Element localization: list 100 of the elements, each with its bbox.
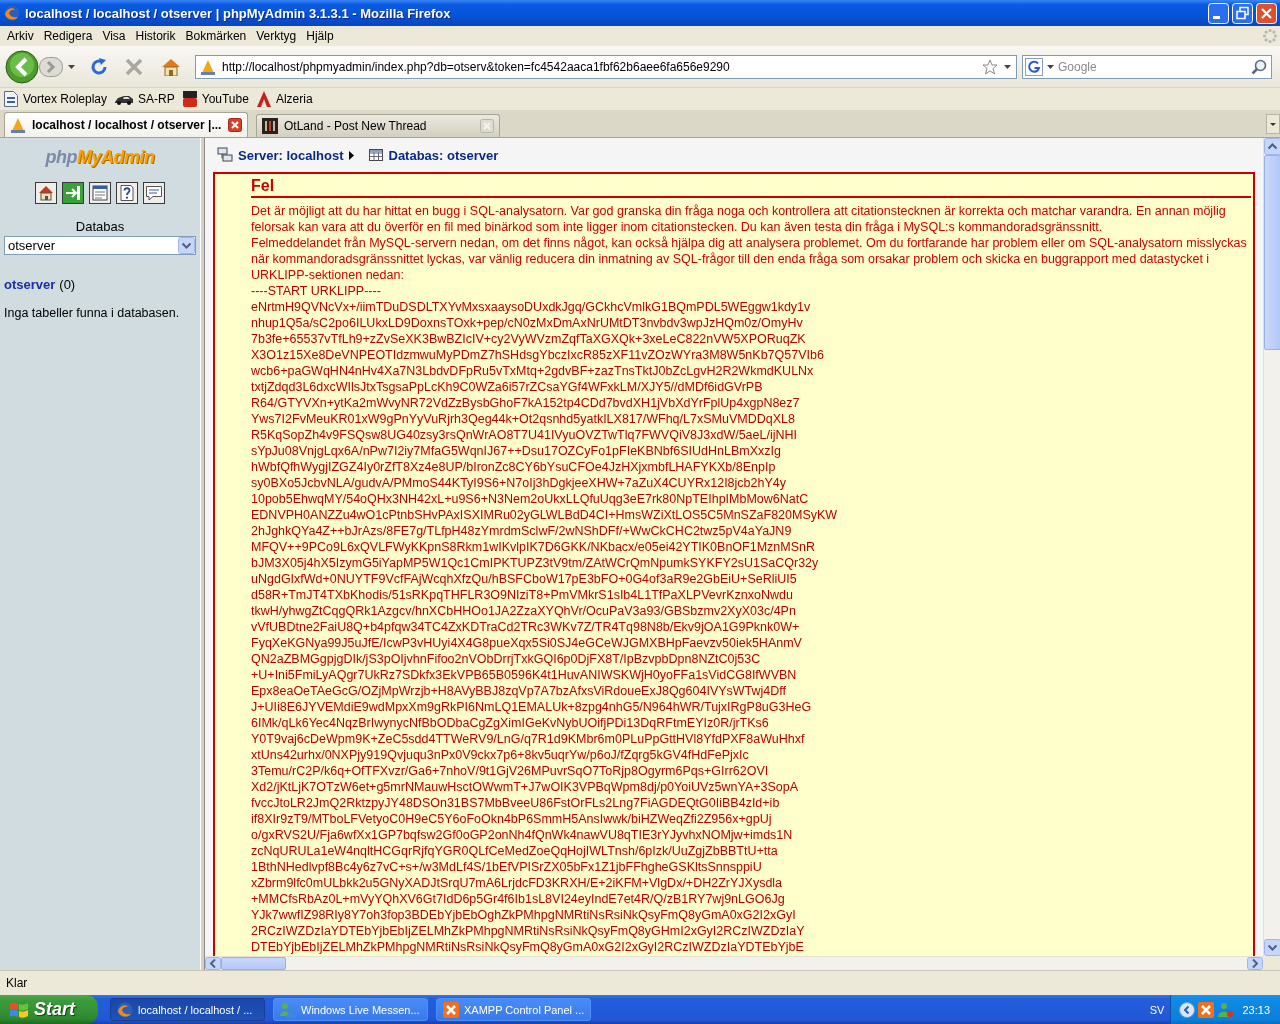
table-grid-icon	[367, 147, 384, 163]
horizontal-scrollbar[interactable]	[205, 956, 1263, 970]
globe-icon	[4, 5, 20, 21]
encoded-text-line: EDNVPH0ANZZu4wO1cPtnbSHvPAxISXIMRu02yGLWLBdD4CI+HmsWZiXtLOS5C5MnSZaF820MSyKW	[251, 507, 838, 523]
g-logo-icon[interactable]	[1025, 57, 1043, 76]
tab-list-icon[interactable]	[1266, 113, 1280, 134]
menu-item[interactable]: Arkiv	[2, 26, 39, 46]
house-icon[interactable]	[161, 57, 181, 76]
window-title: localhost / localhost / otserver | phpMyAdmin 3.1.3.1 - Mozilla Firefox	[25, 5, 452, 21]
encoded-text-line: 1BthNHedlvpf8Bc4y6z7vC+s+/w3MdLf4S/1bEfVPISrZX05bFx1Z1jbFFhgheGSKltsSnnsppiU	[251, 859, 762, 875]
scrollbar-thumb[interactable]	[221, 957, 286, 970]
triangle-right-icon	[348, 150, 354, 160]
minimize-icon[interactable]	[1208, 2, 1229, 24]
encoded-text-line: bJM3X05j4hX5IzymG5iYapMP5W1Qc1CmIPKTUPZ3tV9tm/ZAtWCrQmNpumkSYKFY2sU1SaCQr32y	[251, 555, 819, 571]
taskbar-button[interactable]: Windows Live Messen...	[273, 998, 428, 1021]
encoded-text-line: uNgdGIxfWd+0NUYTF9VcfFAjWcqhXfzQu/hBSFCboW17pE3bFO+0G4of3aR9e2GbEiU+SeRliUI5	[251, 571, 797, 587]
encoded-text-line: Epx8eaOeTAeGcG/OZjMpWrzjb+H8AVyBBJ8zqVp7A7bzAfxsViRdoueExJ8Qg604IVYsWTwj4Dff	[251, 683, 787, 699]
taskbar-button[interactable]: XAMPP Control Panel ...	[436, 998, 591, 1021]
menu-item[interactable]: Historik	[130, 26, 181, 46]
encoded-text-line: if8XIr9zT9/MTboLFVetyoC0H9eC5Y6oFoOkn4bP6SmmH5AnsIwwk/biHZWeqZfi2Z956x+gpUj	[251, 811, 772, 827]
encoded-text-line: zcNqURULa1eW4nqltHCGqrRjfqYGR0QLfCeMedZoeQqHojIWLTnsh/6pIzk/UuZgjZbBBTtU+tta	[251, 843, 778, 859]
triangle-icon	[256, 91, 271, 107]
encoded-text-line: Y0T9vaj6cDeWpm9K+ZeC5sdd4TTWeRV9/LnG/q7R1d9KMbr6m0PLuPpGttHVl8YfdPXF8aWuHhxf	[251, 731, 805, 747]
database-select[interactable]: otserver	[4, 236, 196, 255]
history-caret-icon[interactable]	[68, 64, 75, 69]
database-label: Databas	[75, 219, 125, 234]
menu-item[interactable]: Bokmärken	[180, 26, 252, 46]
bookmark-link[interactable]: Alzeria	[256, 91, 313, 107]
encoded-text-line: fvccJtoLR2JmQ2RktzpyJY48DSOn31BS7MbBveeU86FstOrFLs2Lng7FiAGDEQtG0IiBB4zId+ib	[251, 795, 780, 811]
encoded-text-line: FyqXeKGNya99J5uJfE/IcwP3vHUyi4X4G8pueXqx5Si0SJ4eGCeWJGMXBHpFaevzv50iek5HAnmV	[251, 635, 802, 651]
house-icon[interactable]	[35, 182, 57, 204]
encoded-text-line: eNrtmH9QVNcVx+/iimTDuDSDLTXYvMxsxaaysoDUxdkJgq/GCkhcVmlkG1BQmPDL5WEggw1kdy1v	[251, 299, 811, 315]
circular-arrow-icon[interactable]	[89, 56, 109, 77]
restore-icon[interactable]	[1232, 2, 1253, 24]
star-icon[interactable]	[982, 58, 998, 75]
clock: 23:13	[1242, 1003, 1270, 1016]
menu-item[interactable]: Visa	[97, 26, 131, 46]
car-icon	[115, 93, 134, 105]
encoded-text-line: wcb6+paGWqHN4nHv4Xa7N3LbdvDFpRu5vTxMtq+2gdvBF+zazTnsTktJ0bZcLgvH2R2WkmdKULNx	[251, 363, 814, 379]
url-caret-icon[interactable]	[1004, 64, 1011, 69]
server-link[interactable]: Server: localhost	[238, 147, 344, 163]
encoded-text-line: R5KqSopZh4v9FSQsw8UG40zsy3rsQnWrAO8T7U41IVyuOVZTwTlq7FWVQiV8J3xdW/5aeL/ijNHI	[251, 427, 797, 443]
bookmark-link[interactable]: SA-RP	[115, 92, 175, 106]
encoded-text-line: nhup1Q5a/sC2po6ILUkxLD9DoxnsTOxk+pep/cN0zMxDmAxNrUMtDT3nvbdv3wpJzHQm0z/OmyHv	[251, 315, 803, 331]
search-field[interactable]: Google	[1022, 54, 1272, 79]
taskbar-button[interactable]: localhost / localhost / ...	[110, 998, 265, 1021]
browser-tab[interactable]: localhost / localhost / otserver |...	[4, 112, 248, 137]
empty-database-message: Inga tabeller funna i databasen.	[4, 306, 181, 320]
encoded-text-line: MFQV++9PCo9L6xQVLFWyKKpnS8Rkm1wIKvlpIK7D6GKK/NKbacx/e05ei42YTIK0BnOF1MznMSnR	[251, 539, 815, 555]
bookmark-link[interactable]: Vortex Roleplay	[4, 91, 108, 107]
encoded-text-line: sYpJu08VnjgLqx6A/nPw7I2iy7MfaG5WqnIJ67++Dsu17OZCyFo1pFIeKBNbf6SIUdHnLBmXxzIg	[251, 443, 781, 459]
encoded-text-line: Yws7I2FvMeuKR01xW9gPnYyVuRjrh3Qeg44k+Ot2qsnhd5yatkILX817/WFhq/L7xSMuVMDDqXL8	[251, 411, 795, 427]
encoded-text-line: 10pob5EhwqMY/54oQHx3NH42xL+u9S6+N3Nem2oUkxLLQfuUqg3eE7rk80NpTEIhpIMbMow6NatC	[251, 491, 809, 507]
address-field[interactable]: http://localhost/phpmyadmin/index.php?db=otserv&token=fc4542aaca1fbf62b6aee6fa656e9290	[195, 54, 1017, 79]
engine-caret-icon[interactable]	[1047, 64, 1054, 69]
menu-item[interactable]: Verktyg	[251, 26, 302, 46]
scroll-right-icon[interactable]	[1247, 957, 1263, 970]
language-indicator[interactable]: SV	[1149, 1003, 1165, 1016]
scroll-up-icon[interactable]	[1264, 138, 1280, 155]
x-tile-icon[interactable]	[1198, 1001, 1215, 1018]
encoded-text-line: hWbfQfhWygjIZGZ4Iy0rZfT8Xz4e8UP/bIronZc8CY6bYsuCFOe4JzHXjxmbfLHAFYKXb/8EnpIp	[251, 459, 776, 475]
sail-icon	[10, 117, 26, 133]
encoded-text-line: xZbrm9lfc0mULbkk2u5GNyXADJtSrqU7mA6LrjdcFD3KRXH/E+2iKFM+VlgDx/+DH2ZrYJXysdla	[251, 875, 783, 891]
question-mark-icon[interactable]	[116, 182, 138, 204]
server-icon	[217, 147, 233, 163]
vertical-scrollbar[interactable]	[1263, 138, 1280, 956]
error-paragraph: Det är möjligt att du har hittat en bugg i SQL-analysatorn. Var god granska din fråga noga och kontrollera att citationstecknen är korrekta och matchar varandra. En annan möjlig felorsak kan vara att du överför en fil med binärkod som inte ligger inom citationstecken. Du kan även testa din fråga i MySQL:s kommandoradsgränssnitt.	[251, 203, 1227, 235]
start-button[interactable]: Start	[0, 995, 98, 1024]
encoded-text-line: YJk7wwfIZ98RIy8Y7oh3fop3BDEbYjbEbOghZkPMhpgNMRtiNsRsiNkQsyFmQ8yGmA0xG2I2xGyI	[251, 907, 796, 923]
encoded-text-line: 3Temu/rC2P/k6q+OfTFXvzr/Ga6+7nhoV/9t1GjV26MPuvrSqO7ToRjp8Ogyrm6Pqs+GIrr62OVI	[251, 763, 769, 779]
bookmark-link[interactable]: YouTube	[182, 91, 249, 107]
x-tile-icon	[443, 1001, 459, 1018]
scroll-left-icon[interactable]	[205, 957, 221, 970]
menu-item[interactable]: Redigera	[38, 26, 98, 46]
encoded-text-line: R64/GTYVXn+ytKa2mWvyNR72VdZzBysbGhoF7kA152tp4CDd7bvdXH1jVbXdYrFplUp4xgpN8ez7	[251, 395, 800, 411]
encoded-text-line: o/gxRVS2U/Fja6wfXx1GP7bqfsw2Gf0oGP2onNh4fQnWk4nawVU8qTIE3rYJyvhxNOMjw+imds1N	[251, 827, 793, 843]
database-link[interactable]: otserver	[4, 277, 56, 292]
search-icon[interactable]	[1251, 58, 1267, 75]
encoded-text-line: +U+Ini5FmiLyAQgr7UkRz7SDkfx3EkVPB65B0596K4t1HuvANIWSKWjH0yoFFa1sVidCG8IfWVBN	[251, 667, 797, 683]
window-icon[interactable]	[89, 182, 111, 204]
encoded-text-line: txtjZdqd3L6dxcWIlsJtxTsgsaPpLcKh9C0WZa6i57rZCsaYGf4WFxkLM/XJY5//dMDf6idGVrPB	[251, 379, 763, 395]
error-paragraph: Felmeddelandet från MySQL-servern nedan, om det finns något, kan också hjälpa dig att analysera problemet. Om du fortfarande har problem eller om SQL-analysatorn misslyckas när kommandoradsgränssnittet lyckas, var vänlig reducera din inmatning av SQL-frågor till den enda fråga som orsakar problem och skicka en buggrapport med datastycket i URKLIPP-sektionen nedan:	[251, 235, 1248, 283]
encoded-text-line: X3O1z15Xe8DeVNPEOTIdzmwuMyPDmZ7hSHdsgYbczIxcR85zXF11vZOzWYra3M8W5nKb7Q57VIb6	[251, 347, 824, 363]
scroll-down-icon[interactable]	[1264, 939, 1280, 956]
spinner-icon	[1262, 28, 1278, 44]
chevron-circle-icon[interactable]	[1179, 1001, 1196, 1018]
bars-tile-icon	[262, 118, 278, 134]
encoded-text-line: QN2aZBMGgpjgDIk/jS3pOIjvhnFifoo2nVObDrrjTxkGQI6p0DjFX8T/IpBzvpbDpn8NZtC0j53C	[251, 651, 761, 667]
encoded-text-line: vVfUBDtne2FaiU8Q+b4pfqw34TC4ZxKDTraCd2TRc3WKv7Z/TR4Tq98N8b/Ekv9jOA1G9Pknk0W+	[251, 619, 800, 635]
menu-item[interactable]: Hjälp	[301, 26, 339, 46]
scrollbar-thumb[interactable]	[1264, 155, 1280, 350]
close-icon[interactable]	[228, 118, 242, 132]
encoded-text-line: tkwH/yhwgZtCqgQRk1Azgcv/hnXCbHHOo1JA2ZzaXYQhVr/OcuPaV3a93/GBSbzmv2XyX03c/4Pn	[251, 603, 796, 619]
browser-tab[interactable]: OtLand - Post New Thread	[256, 114, 500, 137]
database-link[interactable]: Databas: otserver	[388, 147, 499, 163]
encoded-text-line: J+UIi8E6JYVEMdiE9wdMpxXm9gRkPI6NmLQ1EMALUk+8zpg4nhG5/N964hWR/TujxIRgP8uG3HeG	[251, 699, 812, 715]
video-tile-icon	[182, 91, 197, 107]
encoded-text-line: d58R+TmJT4TXbKhodis/51sRKpqTHFLR3O9NIziT8+PmVMkrS1sIb4L1TfPaXLPVevrKznxoNwdu	[251, 587, 793, 603]
speech-bubble-icon[interactable]	[143, 182, 165, 204]
encoded-text-line: 7b3fe+65537vTfLh9+zZvSeXK3BwBZIcIV+cy2VyWVzmZqfTaXGXQk+3xeLeC822nVW5XPORuqZK	[251, 331, 806, 347]
